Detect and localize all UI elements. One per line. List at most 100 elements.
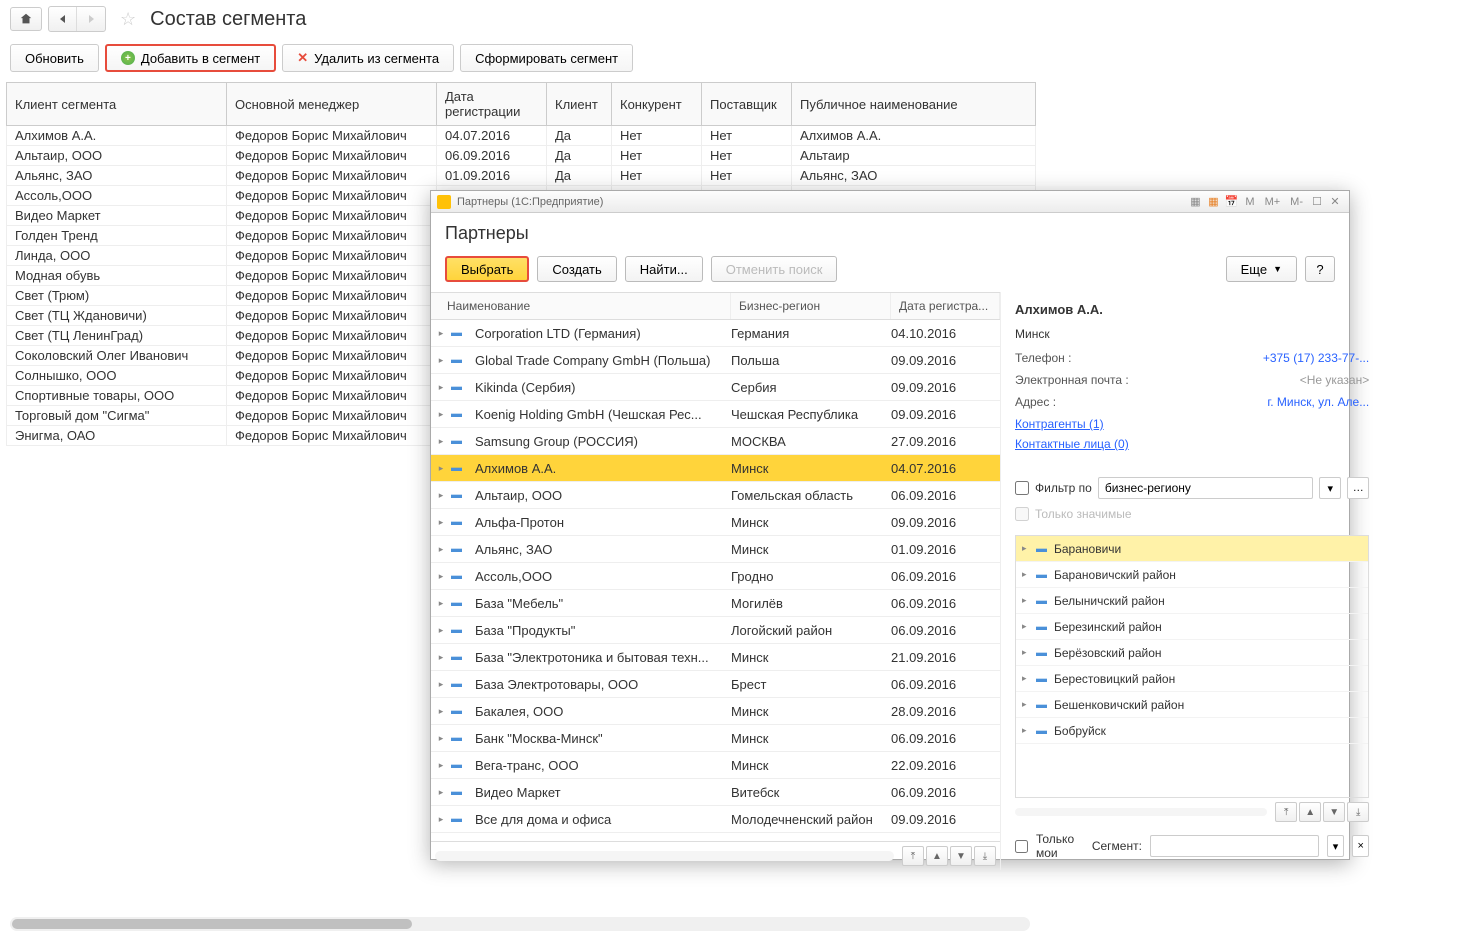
expand-icon[interactable]: ▸ — [431, 625, 451, 636]
expand-icon[interactable]: ▸ — [431, 436, 451, 447]
partner-row[interactable]: ▸ ▬ Ассоль,ООО Гродно 06.09.2016 — [431, 563, 1000, 590]
dialog-titlebar[interactable]: Партнеры (1С:Предприятие) ▦ ▦ 📅 M M+ M- … — [431, 191, 1349, 213]
nav-down[interactable]: ▼ — [950, 846, 972, 866]
list-col-date[interactable]: Дата регистра... — [891, 293, 1000, 319]
main-scrollbar[interactable] — [10, 917, 1030, 931]
add-to-segment-button[interactable]: + Добавить в сегмент — [105, 44, 276, 72]
address-value[interactable]: г. Минск, ул. Але... — [1267, 395, 1369, 409]
region-row[interactable]: ▸ ▬ Берёзовский район — [1016, 640, 1368, 666]
more-button[interactable]: Еще▼ — [1226, 256, 1297, 282]
region-row[interactable]: ▸ ▬ Белыничский район — [1016, 588, 1368, 614]
region-row[interactable]: ▸ ▬ Берестовицкий район — [1016, 666, 1368, 692]
partner-row[interactable]: ▸ ▬ База "Электротоника и бытовая техн..… — [431, 644, 1000, 671]
region-scrollbar[interactable] — [1015, 808, 1267, 816]
partner-row[interactable]: ▸ ▬ Банк "Москва-Минск" Минск 06.09.2016 — [431, 725, 1000, 752]
form-segment-button[interactable]: Сформировать сегмент — [460, 44, 633, 72]
region-nav-up[interactable]: ▲ — [1299, 802, 1321, 822]
expand-icon[interactable]: ▸ — [431, 733, 451, 744]
expand-icon[interactable]: ▸ — [1022, 621, 1036, 632]
refresh-button[interactable]: Обновить — [10, 44, 99, 72]
expand-icon[interactable]: ▸ — [1022, 673, 1036, 684]
expand-icon[interactable]: ▸ — [431, 355, 451, 366]
segment-select[interactable] — [1150, 835, 1319, 857]
expand-icon[interactable]: ▸ — [1022, 699, 1036, 710]
expand-icon[interactable]: ▸ — [431, 517, 451, 528]
list-col-region[interactable]: Бизнес-регион — [731, 293, 891, 319]
tb-icon-2[interactable]: ▦ — [1205, 194, 1221, 210]
only-mine-checkbox[interactable] — [1015, 840, 1028, 853]
expand-icon[interactable]: ▸ — [431, 463, 451, 474]
expand-icon[interactable]: ▸ — [431, 652, 451, 663]
expand-icon[interactable]: ▸ — [431, 760, 451, 771]
nav-first[interactable]: ⤒ — [902, 846, 924, 866]
expand-icon[interactable]: ▸ — [1022, 569, 1036, 580]
partner-row[interactable]: ▸ ▬ Global Trade Company GmbH (Польша) П… — [431, 347, 1000, 374]
col-manager[interactable]: Основной менеджер — [227, 83, 437, 126]
tb-icon-1[interactable]: ▦ — [1187, 194, 1203, 210]
region-row[interactable]: ▸ ▬ Березинский район — [1016, 614, 1368, 640]
nav-up[interactable]: ▲ — [926, 846, 948, 866]
region-row[interactable]: ▸ ▬ Барановичский район — [1016, 562, 1368, 588]
cancel-search-button[interactable]: Отменить поиск — [711, 256, 838, 282]
expand-icon[interactable]: ▸ — [431, 490, 451, 501]
partner-row[interactable]: ▸ ▬ База "Продукты" Логойский район 06.0… — [431, 617, 1000, 644]
expand-icon[interactable]: ▸ — [1022, 725, 1036, 736]
region-nav-first[interactable]: ⤒ — [1275, 802, 1297, 822]
phone-value[interactable]: +375 (17) 233-77-... — [1263, 351, 1369, 365]
close-icon[interactable]: ✕ — [1327, 194, 1343, 210]
partner-row[interactable]: ▸ ▬ Corporation LTD (Германия) Германия … — [431, 320, 1000, 347]
col-reg-date[interactable]: Дата регистрации — [437, 83, 547, 126]
create-button[interactable]: Создать — [537, 256, 616, 282]
partner-list[interactable]: ▸ ▬ Corporation LTD (Германия) Германия … — [431, 320, 1000, 841]
expand-icon[interactable]: ▸ — [431, 598, 451, 609]
help-button[interactable]: ? — [1305, 256, 1335, 282]
maximize-icon[interactable]: ☐ — [1309, 194, 1325, 210]
col-is-client[interactable]: Клиент — [547, 83, 612, 126]
filter-by-checkbox[interactable] — [1015, 481, 1029, 495]
expand-icon[interactable]: ▸ — [431, 544, 451, 555]
region-tree[interactable]: ▸ ▬ Барановичи▸ ▬ Барановичский район▸ ▬… — [1015, 535, 1369, 798]
expand-icon[interactable]: ▸ — [431, 382, 451, 393]
remove-from-segment-button[interactable]: ✕ Удалить из сегмента — [282, 44, 454, 72]
partner-row[interactable]: ▸ ▬ База "Мебель" Могилёв 06.09.2016 — [431, 590, 1000, 617]
partner-row[interactable]: ▸ ▬ Видео Маркет Витебск 06.09.2016 — [431, 779, 1000, 806]
forward-button[interactable] — [77, 7, 105, 31]
partner-row[interactable]: ▸ ▬ Алхимов А.А. Минск 04.07.2016 — [431, 455, 1000, 482]
table-row[interactable]: Альянс, ЗАОФедоров Борис Михайлович01.09… — [7, 166, 1036, 186]
region-row[interactable]: ▸ ▬ Барановичи — [1016, 536, 1368, 562]
col-public-name[interactable]: Публичное наименование — [792, 83, 1036, 126]
tb-mminus[interactable]: M- — [1286, 196, 1307, 208]
col-supplier[interactable]: Поставщик — [702, 83, 792, 126]
contragents-link[interactable]: Контрагенты (1) — [1015, 417, 1369, 431]
find-button[interactable]: Найти... — [625, 256, 703, 282]
expand-icon[interactable]: ▸ — [431, 328, 451, 339]
contacts-link[interactable]: Контактные лица (0) — [1015, 437, 1369, 451]
only-significant-checkbox[interactable] — [1015, 507, 1029, 521]
partner-row[interactable]: ▸ ▬ Вега-транс, ООО Минск 22.09.2016 — [431, 752, 1000, 779]
tb-icon-3[interactable]: 📅 — [1223, 194, 1239, 210]
scrollbar-thumb[interactable] — [12, 919, 412, 929]
expand-icon[interactable]: ▸ — [1022, 543, 1036, 554]
expand-icon[interactable]: ▸ — [431, 814, 451, 825]
home-button[interactable] — [10, 7, 42, 31]
expand-icon[interactable]: ▸ — [431, 706, 451, 717]
region-nav-last[interactable]: ⤓ — [1347, 802, 1369, 822]
partner-row[interactable]: ▸ ▬ Samsung Group (РОССИЯ) МОСКВА 27.09.… — [431, 428, 1000, 455]
region-row[interactable]: ▸ ▬ Бешенковичский район — [1016, 692, 1368, 718]
select-button[interactable]: Выбрать — [445, 256, 529, 282]
region-nav-down[interactable]: ▼ — [1323, 802, 1345, 822]
table-row[interactable]: Альтаир, ОООФедоров Борис Михайлович06.0… — [7, 146, 1036, 166]
col-competitor[interactable]: Конкурент — [612, 83, 702, 126]
filter-by-more[interactable]: … — [1347, 477, 1369, 499]
filter-by-dropdown[interactable]: ▾ — [1319, 477, 1341, 499]
back-button[interactable] — [49, 7, 77, 31]
segment-dropdown[interactable]: ▾ — [1327, 835, 1344, 857]
list-col-name[interactable]: Наименование — [431, 293, 731, 319]
expand-icon[interactable]: ▸ — [431, 409, 451, 420]
partner-row[interactable]: ▸ ▬ Альтаир, ООО Гомельская область 06.0… — [431, 482, 1000, 509]
partner-row[interactable]: ▸ ▬ Все для дома и офиса Молодечненский … — [431, 806, 1000, 833]
partner-row[interactable]: ▸ ▬ Альянс, ЗАО Минск 01.09.2016 — [431, 536, 1000, 563]
expand-icon[interactable]: ▸ — [431, 787, 451, 798]
table-row[interactable]: Алхимов А.А.Федоров Борис Михайлович04.0… — [7, 126, 1036, 146]
col-client[interactable]: Клиент сегмента — [7, 83, 227, 126]
